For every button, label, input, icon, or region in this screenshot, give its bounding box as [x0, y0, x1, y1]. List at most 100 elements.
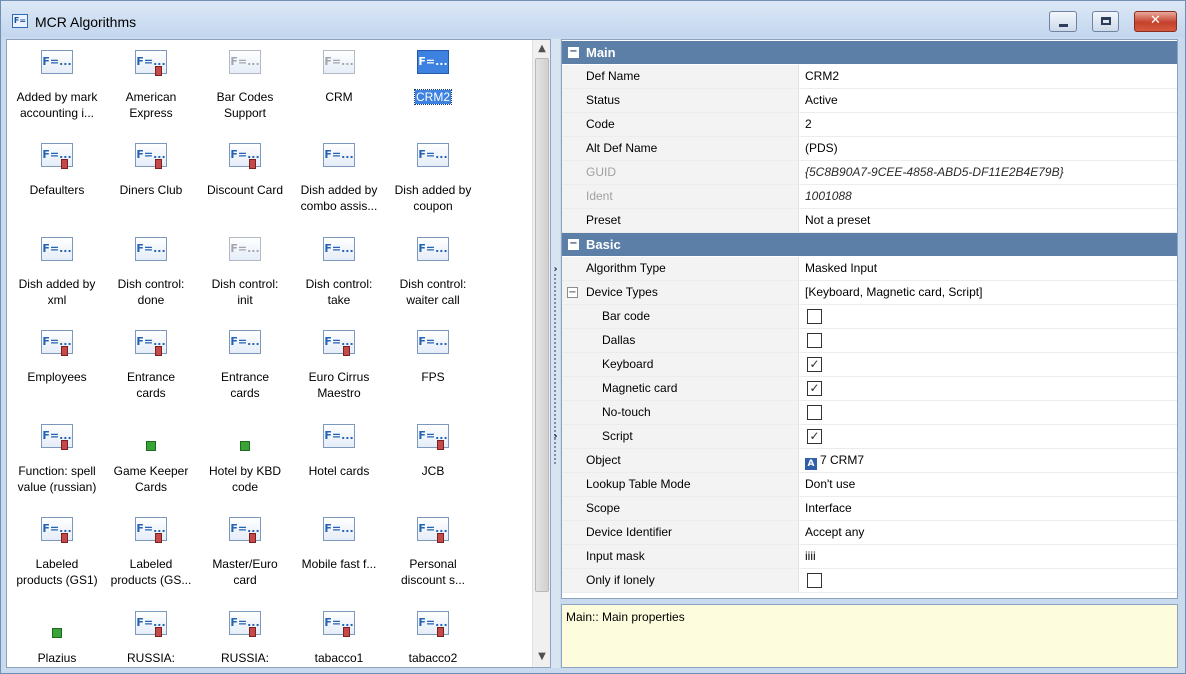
category-main[interactable]: − Main [562, 41, 1177, 64]
property-value[interactable] [805, 401, 1175, 424]
property-row[interactable]: Only if lonely [562, 569, 1177, 593]
panel-splitter[interactable]: › › [551, 39, 560, 668]
algorithm-tile[interactable]: F=... Function: spell value (russian) [10, 414, 104, 502]
property-value[interactable]: (PDS) [805, 137, 1175, 160]
algorithm-tile[interactable]: F=... Hotel cards [292, 414, 386, 502]
algorithm-tile[interactable]: Hotel by KBD code [198, 414, 292, 502]
scroll-down-icon[interactable]: ▼ [533, 648, 550, 665]
property-row[interactable]: Device Identifier Accept any [562, 521, 1177, 545]
algorithm-tile[interactable]: F=... CRM [292, 40, 386, 128]
algorithm-tile[interactable]: Plazius [10, 601, 104, 667]
algorithm-tile[interactable]: F=... RUSSIA: [104, 601, 198, 667]
checkbox-unchecked[interactable] [807, 573, 822, 588]
algorithm-tile[interactable]: F=... American Express [104, 40, 198, 128]
algorithm-tile[interactable]: F=... Dish added by xml [10, 227, 104, 315]
property-row[interactable]: Keyboard ✓ [562, 353, 1177, 377]
property-value[interactable]: ✓ [805, 425, 1175, 448]
property-row[interactable]: Def Name CRM2 [562, 65, 1177, 89]
property-row[interactable]: GUID {5C8B90A7-9CEE-4858-ABD5-DF11E2B4E79… [562, 161, 1177, 185]
property-row[interactable]: Preset Not a preset [562, 209, 1177, 233]
property-value[interactable]: 1001088 [805, 185, 1175, 208]
property-row[interactable]: No-touch [562, 401, 1177, 425]
property-row[interactable]: Script ✓ [562, 425, 1177, 449]
algorithm-tile[interactable]: F=... Bar Codes Support [198, 40, 292, 128]
algorithm-tile[interactable]: F=... Dish added by coupon [386, 133, 480, 221]
algorithm-tile[interactable]: F=... Labeled products (GS... [104, 507, 198, 595]
algorithm-tile[interactable]: F=... FPS [386, 320, 480, 408]
property-row[interactable]: Input mask iiii [562, 545, 1177, 569]
property-row[interactable]: Status Active [562, 89, 1177, 113]
property-value[interactable]: ✓ [805, 377, 1175, 400]
algorithm-tile[interactable]: F=... tabacco2 [386, 601, 480, 667]
formula-icon: F=... [417, 611, 449, 635]
property-value[interactable]: Don't use [805, 473, 1175, 496]
list-scrollbar[interactable]: ▲ ▼ [532, 40, 550, 667]
property-row[interactable]: Code 2 [562, 113, 1177, 137]
checkbox-unchecked[interactable] [807, 405, 822, 420]
algorithm-tile[interactable]: F=... Entrance cards [104, 320, 198, 408]
algorithm-tile[interactable]: F=... Labeled products (GS1) [10, 507, 104, 595]
scroll-up-icon[interactable]: ▲ [533, 40, 550, 57]
checkbox-checked[interactable]: ✓ [807, 357, 822, 372]
maximize-button[interactable] [1092, 11, 1119, 32]
algorithm-tile[interactable]: F=... Entrance cards [198, 320, 292, 408]
algorithm-tile[interactable]: F=... Discount Card [198, 133, 292, 221]
algorithm-tile[interactable]: F=... Employees [10, 320, 104, 408]
algorithm-tile[interactable]: F=... JCB [386, 414, 480, 502]
algorithm-tile[interactable]: F=... Dish control: take [292, 227, 386, 315]
property-value[interactable] [805, 329, 1175, 352]
algorithm-tile[interactable]: F=... Dish control: init [198, 227, 292, 315]
checkbox-unchecked[interactable] [807, 333, 822, 348]
algorithm-tile[interactable]: F=... Dish added by combo assis... [292, 133, 386, 221]
close-button[interactable]: ✕ [1134, 11, 1177, 32]
algorithm-tile[interactable]: F=... RUSSIA: [198, 601, 292, 667]
property-value[interactable]: ✓ [805, 353, 1175, 376]
property-row[interactable]: Object A 7 CRM7 [562, 449, 1177, 473]
property-row[interactable]: Algorithm Type Masked Input [562, 257, 1177, 281]
property-value[interactable]: 2 [805, 113, 1175, 136]
splitter-arrow-icon[interactable]: › [551, 431, 560, 442]
property-value[interactable]: [Keyboard, Magnetic card, Script] [805, 281, 1175, 304]
algorithm-tile[interactable]: F=... Master/Euro card [198, 507, 292, 595]
checkbox-checked[interactable]: ✓ [807, 381, 822, 396]
property-row[interactable]: Magnetic card ✓ [562, 377, 1177, 401]
algorithm-tile[interactable]: F=... Defaulters [10, 133, 104, 221]
property-value[interactable]: Accept any [805, 521, 1175, 544]
algorithm-tile[interactable]: F=... Dish control: done [104, 227, 198, 315]
algorithm-tile[interactable]: F=... Diners Club [104, 133, 198, 221]
property-value[interactable]: A7 CRM7 [805, 449, 1175, 472]
property-value[interactable]: Masked Input [805, 257, 1175, 280]
property-value[interactable]: Interface [805, 497, 1175, 520]
algorithm-tile[interactable]: F=... Euro Cirrus Maestro [292, 320, 386, 408]
property-row[interactable]: Ident 1001088 [562, 185, 1177, 209]
expander-minus-icon[interactable]: − [567, 287, 578, 298]
property-value[interactable] [805, 305, 1175, 328]
algorithm-tile[interactable]: F=... Personal discount s... [386, 507, 480, 595]
algorithm-tile[interactable]: F=... Dish control: waiter call [386, 227, 480, 315]
algorithm-tile[interactable]: F=... Added by mark accounting i... [10, 40, 104, 128]
property-value[interactable]: CRM2 [805, 65, 1175, 88]
algorithm-tile[interactable]: Game Keeper Cards [104, 414, 198, 502]
scroll-thumb[interactable] [535, 58, 549, 592]
collapse-icon[interactable]: − [568, 239, 579, 250]
property-value[interactable]: iiii [805, 545, 1175, 568]
checkbox-unchecked[interactable] [807, 309, 822, 324]
property-row[interactable]: Scope Interface [562, 497, 1177, 521]
checkbox-checked[interactable]: ✓ [807, 429, 822, 444]
property-row[interactable]: Lookup Table Mode Don't use [562, 473, 1177, 497]
property-value[interactable] [805, 569, 1175, 592]
property-row[interactable]: Bar code [562, 305, 1177, 329]
title-bar[interactable]: F= MCR Algorithms ✕ [1, 1, 1185, 37]
property-row[interactable]: Alt Def Name (PDS) [562, 137, 1177, 161]
property-value[interactable]: Not a preset [805, 209, 1175, 232]
category-basic[interactable]: − Basic [562, 233, 1177, 256]
collapse-icon[interactable]: − [568, 47, 579, 58]
algorithm-tile[interactable]: F=... CRM2 [386, 40, 480, 128]
property-value[interactable]: Active [805, 89, 1175, 112]
algorithm-tile[interactable]: F=... tabacco1 [292, 601, 386, 667]
minimize-button[interactable] [1049, 11, 1077, 32]
property-value[interactable]: {5C8B90A7-9CEE-4858-ABD5-DF11E2B4E79B} [805, 161, 1175, 184]
property-row[interactable]: − Device Types [Keyboard, Magnetic card, S… [562, 281, 1177, 305]
property-row[interactable]: Dallas [562, 329, 1177, 353]
algorithm-tile[interactable]: F=... Mobile fast f... [292, 507, 386, 595]
